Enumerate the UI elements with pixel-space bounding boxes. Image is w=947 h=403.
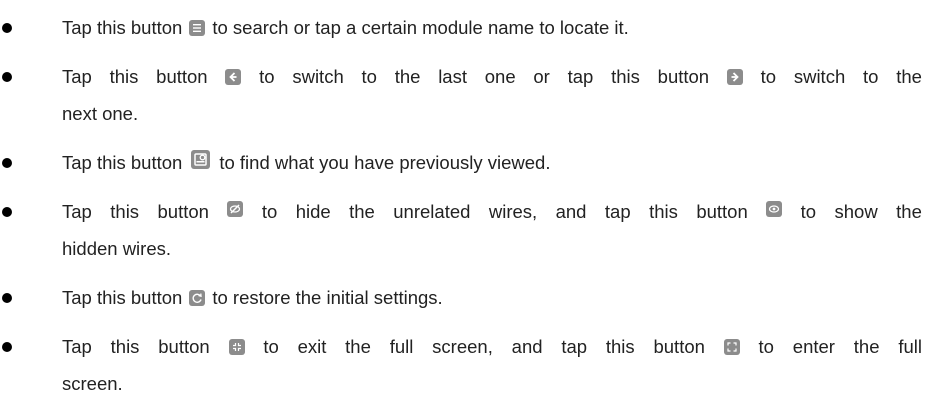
word: to [760,66,777,87]
word: to [758,336,774,357]
bullet-dot [2,293,12,303]
bullet-dot [2,207,12,217]
word: and [511,336,543,357]
word: the [896,66,922,87]
word: to [800,201,817,222]
item-text: screen. [62,373,123,394]
word: the [896,201,922,222]
word: and [555,201,587,222]
word: the [394,66,421,87]
item-text: Tap this button [62,152,183,173]
word: this [110,336,140,357]
word: full [898,336,922,357]
word: button [158,336,210,357]
word: to [259,66,275,87]
word: this [611,66,640,87]
item-line: Tap this button to find what you have pr… [62,149,551,175]
hide-eye-icon [227,201,244,217]
word: the [349,201,375,222]
word: this [110,201,140,222]
word: tap [567,66,594,87]
word: switch [292,66,344,87]
word: screen, [432,336,493,357]
bullet-dot [2,158,12,168]
word: Tap [62,66,92,87]
restore-icon [189,290,206,306]
item-line: next one. [62,102,138,126]
word: this [649,201,678,222]
word: to [863,66,879,87]
history-icon [191,149,211,169]
item-line: Tap this button to search or tap a certa… [62,16,629,40]
item-line: Tap this button to hide the unrelated wi… [62,200,922,224]
enter-fullscreen-icon [723,339,740,355]
word: button [653,336,705,357]
item-line: Tap this button to restore the initial s… [62,286,443,310]
word: this [109,66,139,87]
word: enter [792,336,835,357]
item-text: to find what you have previously viewed. [219,152,551,173]
item-line: hidden wires. [62,237,171,261]
item-text: to restore the initial settings. [212,287,443,308]
word: last [438,66,467,87]
word: tap [561,336,588,357]
word: or [533,66,550,87]
word: to [361,66,377,87]
item-line: Tap this button to switch to the last on… [62,65,922,89]
item-text: hidden wires. [62,238,172,259]
word: button [657,66,710,87]
word: full [389,336,414,357]
item-text: to search or tap a certain module name t… [212,17,629,38]
word: this [605,336,635,357]
word: to [261,201,278,222]
word: tap [604,201,631,222]
bullet-dot [2,342,12,352]
item-text: next one. [62,103,139,124]
word: Tap [62,336,92,357]
word: button [156,66,208,87]
arrow-right-icon [726,69,743,85]
arrow-left-icon [225,69,242,85]
list-menu-icon [189,20,206,36]
word: switch [793,66,846,87]
word: button [157,201,209,222]
word: the [345,336,371,357]
item-line: Tap this button to exit the full screen,… [62,335,922,359]
document-page: Tap this button to search or tap a certa… [0,0,947,403]
word: button [696,201,748,222]
word: hide [295,201,331,222]
word: exit [297,336,327,357]
word: show [834,201,878,222]
item-text: Tap this button [62,17,183,38]
word: the [853,336,880,357]
item-text: Tap this button [62,287,183,308]
word: Tap [62,201,92,222]
word: wires, [488,201,538,222]
exit-fullscreen-icon [228,339,245,355]
bullet-dot [2,72,12,82]
bullet-dot [2,23,12,33]
show-eye-icon [766,201,783,217]
word: one [484,66,516,87]
item-line: screen. [62,372,123,396]
word: to [263,336,279,357]
word: unrelated [393,201,471,222]
